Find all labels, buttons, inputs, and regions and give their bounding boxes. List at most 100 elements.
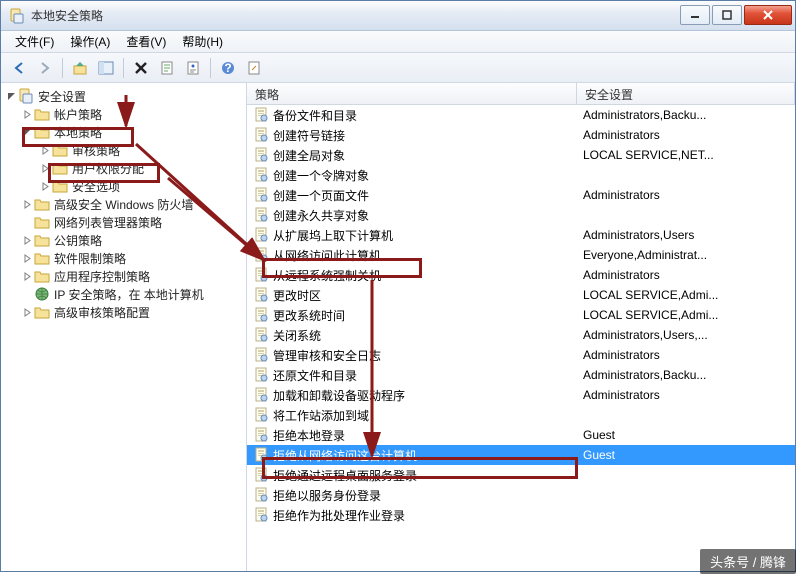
- policy-row[interactable]: 加载和卸载设备驱动程序Administrators: [247, 385, 795, 405]
- policy-setting: Guest: [577, 448, 795, 462]
- expand-icon[interactable]: [21, 270, 33, 282]
- delete-button[interactable]: [129, 56, 153, 80]
- expand-icon[interactable]: [21, 306, 33, 318]
- policy-setting: Administrators: [577, 268, 795, 282]
- folder-icon: [52, 142, 68, 158]
- tree-item[interactable]: 高级审核策略配置: [3, 303, 244, 321]
- tree-item-label: 用户权限分配: [72, 160, 144, 177]
- toolbar-separator: [210, 58, 211, 78]
- policy-icon: [253, 147, 269, 163]
- policies-pane[interactable]: 策略 安全设置 备份文件和目录Administrators,Backu...创建…: [247, 83, 795, 571]
- close-button[interactable]: [744, 5, 792, 25]
- folder-icon: [34, 268, 50, 284]
- tree-item[interactable]: 本地策略: [3, 123, 244, 141]
- policy-row[interactable]: 创建永久共享对象: [247, 205, 795, 225]
- properties-button[interactable]: [181, 56, 205, 80]
- up-button[interactable]: [68, 56, 92, 80]
- app-window: 本地安全策略 文件(F) 操作(A) 查看(V) 帮助(H) ? 安全设置帐户策…: [0, 0, 796, 572]
- menu-help[interactable]: 帮助(H): [174, 31, 231, 52]
- policy-name: 更改系统时间: [273, 307, 345, 324]
- shield-icon: [18, 88, 34, 104]
- policy-row[interactable]: 从扩展坞上取下计算机Administrators,Users: [247, 225, 795, 245]
- expand-icon[interactable]: [39, 144, 51, 156]
- tree-item[interactable]: 高级安全 Windows 防火墙: [3, 195, 244, 213]
- tree-item[interactable]: IP 安全策略，在 本地计算机: [3, 285, 244, 303]
- policy-icon: [253, 327, 269, 343]
- policy-row[interactable]: 拒绝通过远程桌面服务登录: [247, 465, 795, 485]
- policy-row[interactable]: 拒绝以服务身份登录: [247, 485, 795, 505]
- expand-icon[interactable]: [39, 180, 51, 192]
- back-button[interactable]: [7, 56, 31, 80]
- tree-item[interactable]: 审核策略: [3, 141, 244, 159]
- policy-name: 拒绝以服务身份登录: [273, 487, 381, 504]
- policy-row[interactable]: 将工作站添加到域: [247, 405, 795, 425]
- policy-row[interactable]: 拒绝本地登录Guest: [247, 425, 795, 445]
- tree-item[interactable]: 软件限制策略: [3, 249, 244, 267]
- expand-icon[interactable]: [21, 198, 33, 210]
- collapse-icon[interactable]: [21, 126, 33, 138]
- policy-name: 管理审核和安全日志: [273, 347, 381, 364]
- menu-action[interactable]: 操作(A): [62, 31, 118, 52]
- minimize-button[interactable]: [680, 5, 710, 25]
- folder-icon: [52, 178, 68, 194]
- policy-name: 从远程系统强制关机: [273, 267, 381, 284]
- policy-name: 拒绝本地登录: [273, 427, 345, 444]
- tree-pane[interactable]: 安全设置帐户策略本地策略审核策略用户权限分配安全选项高级安全 Windows 防…: [1, 83, 247, 571]
- policy-setting: Administrators: [577, 388, 795, 402]
- expand-icon[interactable]: [21, 234, 33, 246]
- refresh-button[interactable]: [242, 56, 266, 80]
- tree-item[interactable]: 公钥策略: [3, 231, 244, 249]
- collapse-icon[interactable]: [5, 90, 17, 102]
- maximize-button[interactable]: [712, 5, 742, 25]
- policy-name: 更改时区: [273, 287, 321, 304]
- titlebar: 本地安全策略: [1, 1, 795, 31]
- policy-icon: [253, 127, 269, 143]
- tree-item[interactable]: 应用程序控制策略: [3, 267, 244, 285]
- policy-row[interactable]: 创建一个令牌对象: [247, 165, 795, 185]
- tree-item[interactable]: 网络列表管理器策略: [3, 213, 244, 231]
- forward-button[interactable]: [33, 56, 57, 80]
- policy-row[interactable]: 备份文件和目录Administrators,Backu...: [247, 105, 795, 125]
- globe-icon: [34, 286, 50, 302]
- tree-item[interactable]: 用户权限分配: [3, 159, 244, 177]
- tree-root[interactable]: 安全设置: [3, 87, 244, 105]
- menu-view[interactable]: 查看(V): [118, 31, 174, 52]
- expand-icon[interactable]: [21, 252, 33, 264]
- policy-row[interactable]: 创建全局对象LOCAL SERVICE,NET...: [247, 145, 795, 165]
- policy-row[interactable]: 从远程系统强制关机 Administrators: [247, 265, 795, 285]
- expand-icon[interactable]: [21, 108, 33, 120]
- help-button[interactable]: ?: [216, 56, 240, 80]
- menu-file[interactable]: 文件(F): [7, 31, 62, 52]
- tree-item-label: 网络列表管理器策略: [54, 214, 162, 231]
- policy-icon: [253, 307, 269, 323]
- menubar: 文件(F) 操作(A) 查看(V) 帮助(H): [1, 31, 795, 53]
- policy-icon: [253, 187, 269, 203]
- toolbar-separator: [123, 58, 124, 78]
- policy-row[interactable]: 创建符号链接Administrators: [247, 125, 795, 145]
- show-hide-button[interactable]: [94, 56, 118, 80]
- policy-row[interactable]: 拒绝作为批处理作业登录: [247, 505, 795, 525]
- policy-row[interactable]: 创建一个页面文件Administrators: [247, 185, 795, 205]
- policy-row[interactable]: 管理审核和安全日志Administrators: [247, 345, 795, 365]
- policy-row[interactable]: 更改时区LOCAL SERVICE,Admi...: [247, 285, 795, 305]
- policy-row[interactable]: 关闭系统Administrators,Users,...: [247, 325, 795, 345]
- policy-icon: [253, 507, 269, 523]
- export-button[interactable]: [155, 56, 179, 80]
- policy-row[interactable]: 更改系统时间LOCAL SERVICE,Admi...: [247, 305, 795, 325]
- tree-item-label: 本地策略: [54, 124, 102, 141]
- expand-icon[interactable]: [39, 162, 51, 174]
- policy-row[interactable]: 从网络访问此计算机Everyone,Administrat...: [247, 245, 795, 265]
- policy-name: 拒绝通过远程桌面服务登录: [273, 467, 417, 484]
- toolbar-separator: [62, 58, 63, 78]
- column-setting[interactable]: 安全设置: [577, 83, 795, 104]
- column-policy[interactable]: 策略: [247, 83, 577, 104]
- tree-item[interactable]: 帐户策略: [3, 105, 244, 123]
- policy-icon: [253, 407, 269, 423]
- policy-row[interactable]: 还原文件和目录Administrators,Backu...: [247, 365, 795, 385]
- policy-row[interactable]: 拒绝从网络访问这台计算机Guest: [247, 445, 795, 465]
- policy-icon: [253, 227, 269, 243]
- folder-icon: [34, 304, 50, 320]
- policy-name: 拒绝作为批处理作业登录: [273, 507, 405, 524]
- tree-item[interactable]: 安全选项: [3, 177, 244, 195]
- tree-item-label: IP 安全策略，在 本地计算机: [54, 286, 204, 303]
